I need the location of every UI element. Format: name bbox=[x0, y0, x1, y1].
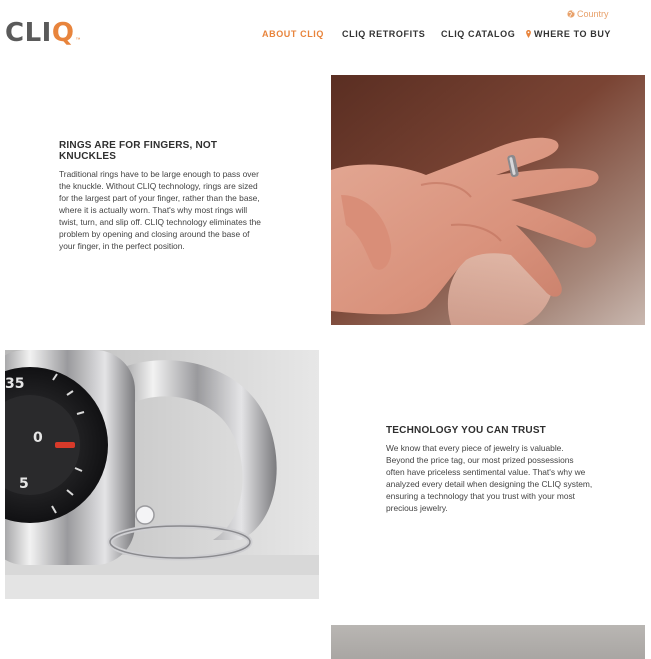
map-pin-icon bbox=[526, 30, 531, 38]
country-selector[interactable]: Country bbox=[567, 9, 609, 19]
nav-cliq-catalog[interactable]: CLIQ CATALOG bbox=[441, 29, 515, 39]
main-nav: ABOUT CLIQ CLIQ RETROFITS CLIQ CATALOG W… bbox=[0, 29, 651, 41]
section-rings-fingers: RINGS ARE FOR FINGERS, NOT KNUCKLES Trad… bbox=[59, 140, 267, 252]
section-body: We know that every piece of jewelry is v… bbox=[386, 443, 593, 513]
section-technology-trust: TECHNOLOGY YOU CAN TRUST We know that ev… bbox=[386, 425, 594, 514]
svg-text:0: 0 bbox=[33, 430, 43, 446]
nav-cliq-retrofits[interactable]: CLIQ RETROFITS bbox=[342, 29, 425, 39]
nav-about-cliq[interactable]: ABOUT CLIQ bbox=[262, 29, 324, 39]
section-heading: TECHNOLOGY YOU CAN TRUST bbox=[386, 425, 546, 436]
padlock-with-ring-photo: 35 0 5 bbox=[5, 350, 319, 599]
svg-text:35: 35 bbox=[5, 376, 24, 392]
next-section-photo bbox=[331, 625, 645, 659]
nav-where-to-buy[interactable]: WHERE TO BUY bbox=[526, 29, 611, 39]
country-label: Country bbox=[577, 9, 609, 19]
section-body: Traditional rings have to be large enoug… bbox=[59, 169, 261, 251]
section-heading: RINGS ARE FOR FINGERS, NOT KNUCKLES bbox=[59, 140, 218, 162]
svg-text:5: 5 bbox=[19, 476, 29, 492]
hand-with-ring-photo bbox=[331, 75, 645, 325]
globe-icon bbox=[567, 10, 575, 18]
